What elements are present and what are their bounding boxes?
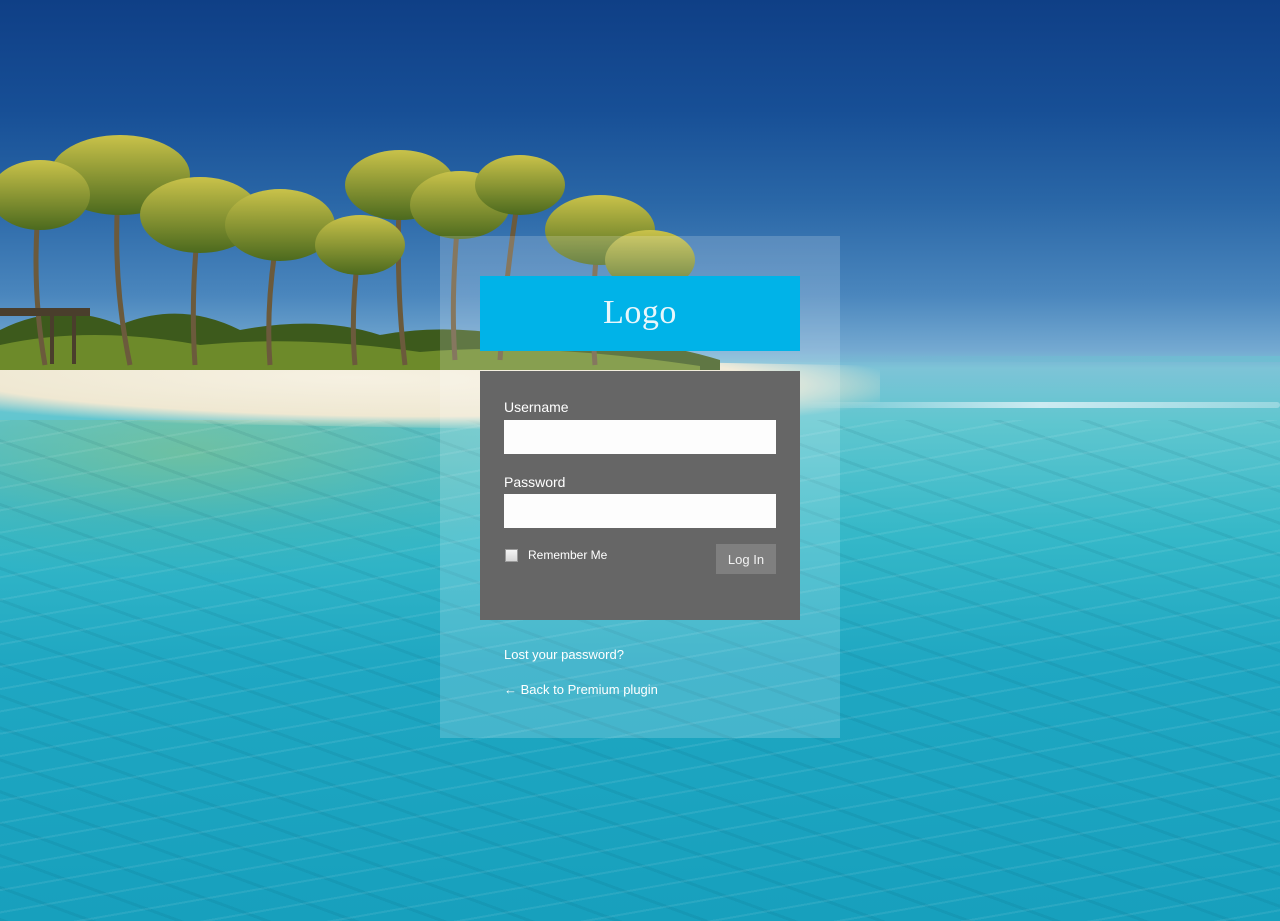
username-input[interactable] bbox=[504, 420, 776, 454]
logo-text: Logo bbox=[603, 293, 677, 331]
password-input[interactable] bbox=[504, 494, 776, 528]
login-form: Username Password Remember Me Log In bbox=[480, 371, 800, 620]
lost-password-link[interactable]: Lost your password? bbox=[504, 647, 624, 662]
remember-me[interactable]: Remember Me bbox=[504, 548, 607, 562]
remember-me-checkbox[interactable] bbox=[505, 548, 518, 562]
login-button[interactable]: Log In bbox=[716, 544, 776, 574]
logo[interactable]: Logo bbox=[480, 276, 800, 351]
back-to-site-link[interactable]: ← Back to Premium plugin bbox=[504, 682, 658, 697]
sea-horizon bbox=[780, 356, 1280, 362]
remember-me-label: Remember Me bbox=[528, 548, 608, 562]
password-label: Password bbox=[504, 474, 566, 490]
username-label: Username bbox=[504, 399, 569, 415]
